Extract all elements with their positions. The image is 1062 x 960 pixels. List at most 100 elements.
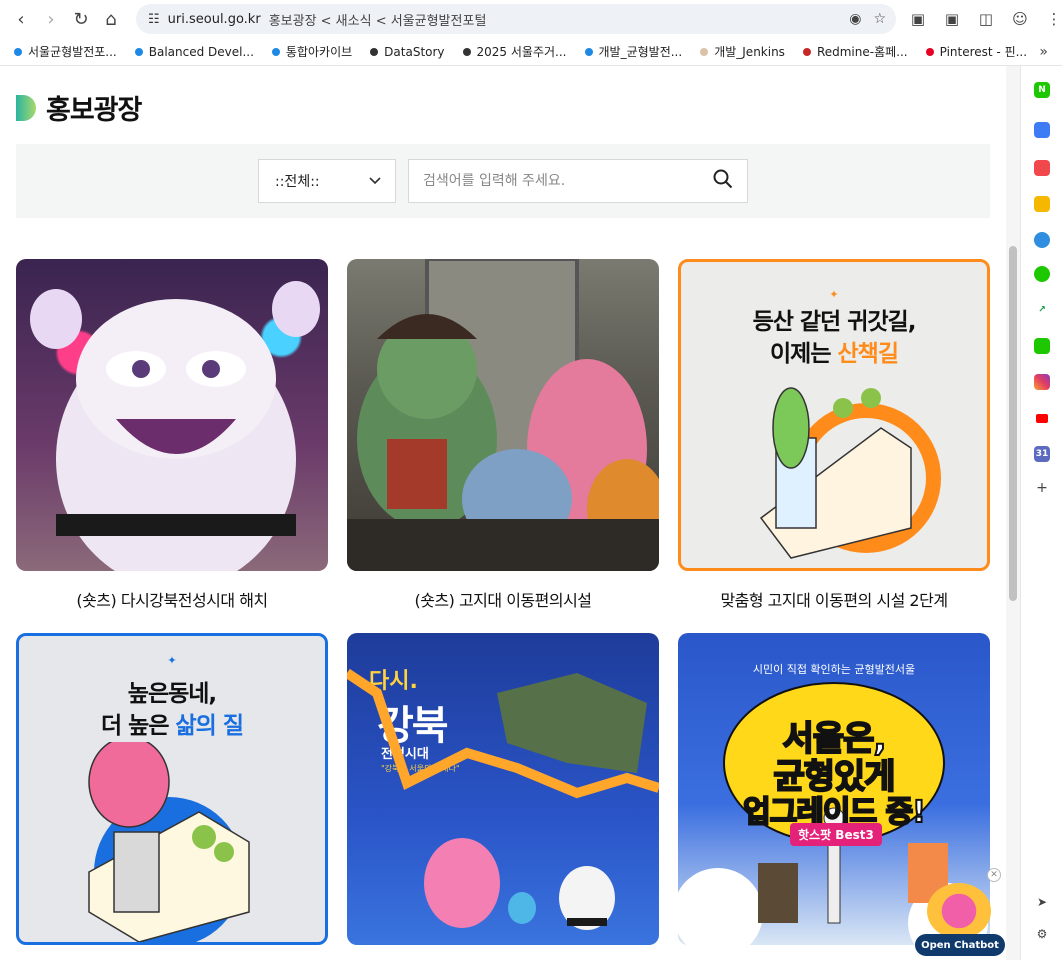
page-title: 홍보광장: [46, 95, 142, 126]
card-art-line2: 이제는 산책길: [770, 341, 899, 367]
bookmark-item[interactable]: 통합아카이브: [271, 43, 353, 60]
haechi-character-image: [30, 281, 320, 571]
home-icon[interactable]: ⌂: [96, 4, 126, 34]
search-area: ::전체::: [16, 144, 990, 218]
bookmark-item[interactable]: Balanced Devel...: [134, 44, 254, 59]
bookmark-favicon-icon: [700, 47, 709, 56]
page-content: 홍보광장 ::전체:: 검색어를 입력해 주세요. (숏츠) 다시강북전성시대 …: [0, 66, 1006, 960]
sparkle-icon: ✦: [829, 288, 839, 301]
search-box: [408, 159, 748, 203]
back-icon[interactable]: ‹: [6, 4, 36, 34]
settings-icon[interactable]: ⚙: [1034, 926, 1050, 942]
profile-icon[interactable]: ☺: [1008, 7, 1032, 31]
search-input[interactable]: [423, 173, 713, 189]
pocket-icon[interactable]: [1034, 160, 1050, 176]
site-info-icon[interactable]: ☷: [148, 12, 160, 27]
search-icon[interactable]: [713, 169, 733, 193]
bookmark-item[interactable]: 개발_균형발전...: [584, 43, 683, 60]
page-title-row: 홍보광장: [16, 88, 142, 127]
card-caption[interactable]: (숏츠) 다시강북전성시대 해치: [16, 587, 328, 611]
bookmark-item[interactable]: Pinterest - 핀...: [925, 43, 1028, 60]
card-art-line1: 높은동네,: [127, 681, 217, 707]
bookmark-label: Pinterest - 핀...: [939, 45, 1028, 59]
bookmark-favicon-icon: [14, 47, 22, 56]
neighborhood-illustration: [88, 742, 250, 942]
card[interactable]: (숏츠) 고지대 이동편의시설: [347, 259, 659, 611]
url-path: 홍보광장 < 새소식 < 서울균형발전포털: [268, 13, 487, 29]
card[interactable]: (숏츠) 다시강북전성시대 해치: [16, 259, 328, 611]
address-bar[interactable]: ☷ uri.seoul.go.kr 홍보광장 < 새소식 < 서울균형발전포털 …: [136, 4, 896, 34]
bookmark-label: 개발_균형발전...: [598, 45, 683, 59]
naver-icon[interactable]: N: [1034, 82, 1050, 98]
bookmarks-bar: 서울균형발전포... Balanced Devel... 통합아카이브 DataSto…: [0, 38, 1062, 66]
card-thumbnail[interactable]: ✦ 높은동네, 더 높은 삶의 질: [16, 633, 328, 945]
reload-icon[interactable]: ↻: [66, 4, 96, 34]
card-thumbnail[interactable]: [347, 259, 659, 571]
browser-toolbar: ‹ › ↻ ⌂ ☷ uri.seoul.go.kr 홍보광장 < 새소식 < 서…: [0, 0, 1062, 38]
bookmark-favicon-icon: [271, 47, 280, 56]
chatbot-close-icon[interactable]: ✕: [987, 868, 1001, 882]
bookmark-item[interactable]: 서울균형발전포...: [14, 43, 117, 60]
scrollbar-thumb[interactable]: [1009, 246, 1017, 601]
calendar-app-icon[interactable]: [1034, 122, 1050, 138]
card-caption[interactable]: (숏츠) 고지대 이동편의시설: [347, 587, 659, 611]
sidepanel-icon[interactable]: ◫: [974, 7, 998, 31]
bookmark-item[interactable]: 개발_Jenkins: [700, 43, 785, 60]
bookmark-star-icon[interactable]: ☆: [873, 11, 886, 27]
sparkle-icon: ✦: [167, 654, 177, 667]
open-chatbot-button[interactable]: Open Chatbot: [915, 934, 1005, 956]
bookmark-favicon-icon: [802, 47, 811, 56]
bookmark-favicon-icon: [462, 47, 471, 56]
elevator-characters-image: [347, 259, 659, 571]
stocks-icon[interactable]: ↗: [1034, 302, 1050, 318]
card-thumbnail[interactable]: ✦ 등산 같던 귀갓길, 이제는 산책길: [678, 259, 990, 571]
extension-icon[interactable]: ◉: [849, 11, 861, 27]
category-select[interactable]: ::전체::: [258, 159, 396, 203]
edge-icon[interactable]: [1034, 232, 1050, 248]
screenshot-icon[interactable]: ▣: [940, 7, 964, 31]
bookmark-item[interactable]: 2025 서울주거...: [462, 43, 567, 60]
card[interactable]: 다시. 강북 전성시대 "강북이 서울의 미래다": [347, 633, 659, 960]
chevron-down-icon: [369, 173, 381, 189]
bookmark-label: 개발_Jenkins: [714, 45, 785, 59]
card[interactable]: ✦ 높은동네, 더 높은 삶의 질: [16, 633, 328, 960]
instagram-icon[interactable]: [1034, 374, 1050, 390]
card-art-line2: 더 높은 삶의 질: [101, 713, 244, 739]
url-host: uri.seoul.go.kr: [167, 11, 261, 27]
youtube-icon[interactable]: [1034, 410, 1050, 426]
star-app-icon[interactable]: [1034, 196, 1050, 212]
pin-icon[interactable]: ➤: [1034, 894, 1050, 910]
stair-elevator-illustration: [759, 387, 941, 559]
naver-circle-icon[interactable]: [1034, 266, 1050, 282]
bookmark-favicon-icon: [925, 47, 934, 56]
bookmark-item[interactable]: DataStory: [370, 44, 445, 59]
bookmark-label: Balanced Devel...: [148, 44, 254, 59]
chatbot-avatar-icon[interactable]: [927, 883, 991, 939]
card-thumbnail[interactable]: 다시. 강북 전성시대 "강북이 서울의 미래다": [347, 633, 659, 945]
title-mark-icon: [16, 94, 36, 121]
card-thumbnail[interactable]: [16, 259, 328, 571]
gangbuk-landscape-illustration: [347, 668, 659, 930]
bookmark-label: 2025 서울주거...: [476, 45, 567, 59]
browser-side-panel: N ↗ 31 + ➤ ⚙: [1020, 66, 1062, 960]
card[interactable]: ✦ 등산 같던 귀갓길, 이제는 산책길 맞춤형 고지대 이동편의 시설 2단계: [678, 259, 990, 611]
bookmarks-overflow-icon[interactable]: »: [1039, 44, 1048, 60]
menu-icon[interactable]: ⋮: [1042, 7, 1062, 31]
card-art-line1: 등산 같던 귀갓길,: [752, 309, 917, 335]
category-selected-value: ::전체::: [275, 174, 320, 190]
bookmark-favicon-icon: [370, 47, 379, 56]
bookmark-favicon-icon: [584, 47, 593, 56]
video-icon[interactable]: ▣: [906, 7, 930, 31]
bookmark-label: 서울균형발전포...: [28, 45, 117, 59]
webtoon-icon[interactable]: [1034, 338, 1050, 354]
add-icon[interactable]: +: [1034, 480, 1050, 496]
card-caption[interactable]: 맞춤형 고지대 이동편의 시설 2단계: [678, 587, 990, 611]
bookmark-item[interactable]: Redmine-홈페...: [802, 43, 908, 60]
calendar-icon[interactable]: 31: [1034, 446, 1050, 462]
bookmark-label: DataStory: [384, 44, 445, 59]
page-scrollbar[interactable]: [1006, 66, 1020, 960]
forward-icon[interactable]: ›: [36, 4, 66, 34]
bookmark-label: 통합아카이브: [285, 45, 353, 59]
card-grid: (숏츠) 다시강북전성시대 해치 (숏츠) 고지대 이동편의시설 ✦ 등산 같던…: [16, 259, 990, 960]
card-art-badge: 핫스팟 Best3: [790, 823, 882, 846]
